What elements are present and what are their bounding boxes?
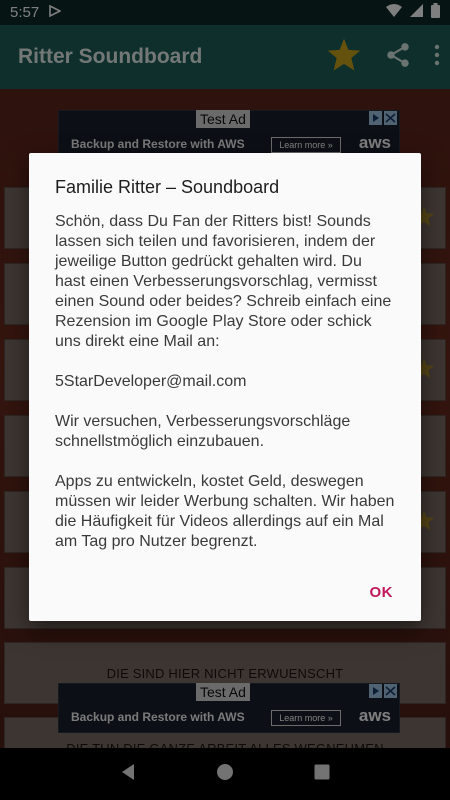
dialog-email: 5StarDeveloper@mail.com (55, 373, 247, 390)
dialog-message: Schön, dass Du Fan der Ritters bist! Sou… (55, 212, 395, 552)
dialog-paragraph: Schön, dass Du Fan der Ritters bist! Sou… (55, 213, 392, 350)
about-dialog: Familie Ritter – Soundboard Schön, dass … (29, 153, 421, 621)
dialog-paragraph: Apps zu entwickeln, kostet Geld, deswege… (55, 473, 395, 550)
dialog-paragraph: Wir versuchen, Verbesserungsvorschläge s… (55, 413, 351, 450)
dialog-title: Familie Ritter – Soundboard (55, 177, 280, 197)
ok-button[interactable]: OK (370, 584, 394, 601)
